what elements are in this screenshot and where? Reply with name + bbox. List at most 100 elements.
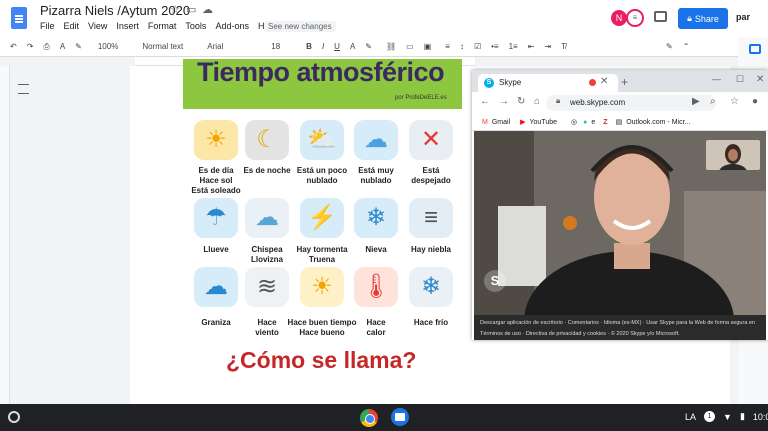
spellcheck-icon[interactable]: A: [60, 42, 65, 51]
menu-tools[interactable]: Tools: [185, 21, 206, 31]
close-tab-icon[interactable]: ✕: [600, 76, 608, 87]
footer-secure-link[interactable]: Usar Skype para la Web de forma segura e…: [646, 320, 755, 326]
ruler-margin-left: [0, 57, 135, 66]
weather-label: Hace frío: [413, 318, 449, 327]
star-icon[interactable]: ☆: [170, 3, 180, 16]
bookmark-page-icon[interactable]: ▤: [616, 118, 623, 126]
whatsapp-icon[interactable]: ●: [583, 119, 587, 126]
storm-icon: ⚡: [300, 198, 344, 238]
docs-logo-icon[interactable]: [11, 7, 27, 29]
files-icon[interactable]: [391, 408, 409, 426]
comment-icon[interactable]: [654, 11, 667, 22]
checklist-icon[interactable]: ☑: [474, 42, 481, 51]
clock: 10:00: [752, 411, 768, 422]
bookmarks-bar: M Gmail ▶ YouTube ◎ ● e Z ▤ Outlook.com …: [472, 114, 768, 131]
self-view-video: [719, 144, 747, 180]
see-new-changes-link[interactable]: See new changes: [264, 21, 336, 32]
wifi-icon: ▼: [723, 411, 732, 422]
explore-icon[interactable]: [749, 44, 761, 54]
insert-comment-icon[interactable]: ▭: [406, 42, 414, 51]
reload-icon[interactable]: ↻: [517, 96, 525, 107]
document-outline-icon[interactable]: [18, 84, 29, 94]
menu-file[interactable]: File: [40, 21, 55, 31]
back-icon[interactable]: ←: [480, 96, 490, 107]
maximize-icon[interactable]: ☐: [736, 74, 744, 85]
footer-download-link[interactable]: Descargar aplicación de escritorio: [480, 320, 563, 326]
bookmark-outlook[interactable]: Outlook.com - Micr...: [626, 119, 690, 126]
editing-mode-icon[interactable]: ✎: [666, 42, 673, 51]
vertical-ruler[interactable]: [0, 66, 10, 404]
battery-icon: ▮: [739, 411, 745, 421]
bookmark-misc-icon[interactable]: ◎: [571, 118, 577, 126]
launcher-icon[interactable]: [8, 411, 20, 423]
bold-icon[interactable]: B: [306, 42, 312, 51]
menu-addons[interactable]: Add-ons: [215, 21, 249, 31]
underline-icon[interactable]: U: [334, 42, 340, 51]
align-icon[interactable]: ≡: [445, 42, 450, 51]
menu-view[interactable]: View: [88, 21, 107, 31]
link-icon[interactable]: ⛓: [386, 42, 396, 51]
notification-badge[interactable]: 1: [704, 411, 716, 422]
footer-terms-link[interactable]: Términos de uso: [480, 331, 521, 337]
footer-privacy-link[interactable]: Directiva de privacidad y cookies: [526, 331, 606, 337]
youtube-icon: ▶: [520, 119, 526, 126]
camera-icon[interactable]: ▶: [692, 96, 700, 107]
url-field[interactable]: web.skype.com: [546, 95, 716, 111]
collaborator-avatar[interactable]: ≡: [626, 9, 644, 27]
footer-language-link[interactable]: Idioma (es-MX): [604, 320, 642, 326]
move-folder-icon[interactable]: ▭: [186, 3, 196, 16]
bookmark-gmail[interactable]: Gmail: [492, 119, 510, 126]
menu-insert[interactable]: Insert: [116, 21, 139, 31]
footer-comments-link[interactable]: Comentarios: [568, 320, 599, 326]
text-color-icon[interactable]: A: [350, 42, 355, 51]
user-avatar[interactable]: N: [611, 10, 627, 26]
numbered-list-icon[interactable]: 1≡: [509, 42, 518, 51]
self-view-thumbnail[interactable]: [706, 140, 760, 180]
print-icon[interactable]: ⎙: [43, 42, 49, 52]
ime-indicator[interactable]: LA: [685, 412, 696, 422]
collapse-toolbar-icon[interactable]: ⌃: [683, 42, 690, 51]
share-button[interactable]: 🔒︎ Share: [678, 8, 728, 29]
paint-format-icon[interactable]: ✎: [75, 42, 82, 51]
worksheet-credit: por ProfeDeELE.es: [395, 95, 447, 101]
moon-icon: ☾: [245, 120, 289, 160]
bookmark-youtube[interactable]: YouTube: [530, 119, 558, 126]
bookmark-z-icon[interactable]: Z: [603, 119, 607, 126]
bookmark-star-icon[interactable]: ☆: [730, 96, 739, 107]
italic-icon[interactable]: I: [322, 42, 324, 51]
font-size-select[interactable]: 18: [271, 42, 280, 51]
clear-icon: ✕: [409, 120, 453, 160]
cloud-status-icon: ☁: [202, 4, 213, 16]
document-title[interactable]: Pizarra Niels /Aytum 2020: [40, 3, 190, 18]
system-tray[interactable]: LA 1 ▼ ▮ 10:00: [685, 411, 768, 422]
style-select[interactable]: Normal text: [142, 42, 183, 51]
highlight-icon[interactable]: ✎: [365, 42, 372, 51]
minimize-icon[interactable]: —: [712, 74, 721, 84]
clear-format-icon[interactable]: T̸: [561, 42, 566, 51]
cold-icon: ❄: [409, 267, 453, 307]
line-spacing-icon[interactable]: ↕: [460, 42, 464, 51]
menu-edit[interactable]: Edit: [64, 21, 80, 31]
redo-icon[interactable]: ↷: [27, 42, 34, 51]
gmail-icon: M: [482, 118, 488, 126]
indent-less-icon[interactable]: ⇤: [528, 42, 535, 51]
chrome-icon[interactable]: [360, 409, 378, 427]
rain-icon: ☂: [194, 198, 238, 238]
home-icon[interactable]: ⌂: [534, 96, 540, 107]
undo-icon[interactable]: ↶: [10, 42, 17, 51]
bookmark-e[interactable]: e: [591, 119, 595, 126]
font-select[interactable]: Arial: [207, 42, 223, 51]
zoom-icon[interactable]: ⌕: [710, 96, 716, 107]
bullet-list-icon[interactable]: •≡: [491, 42, 498, 51]
close-window-icon[interactable]: ✕: [756, 74, 764, 85]
forward-icon[interactable]: →: [499, 96, 509, 107]
indent-more-icon[interactable]: ⇥: [544, 42, 551, 51]
profile-icon[interactable]: ●: [752, 96, 758, 107]
skype-footer: Descargar aplicación de escritorio · Com…: [474, 315, 766, 340]
new-tab-icon[interactable]: +: [621, 75, 628, 89]
good-weather-icon: ☀: [300, 267, 344, 307]
sun-cloud-icon: ⛅: [300, 120, 344, 160]
zoom-select[interactable]: 100%: [98, 42, 118, 51]
insert-image-icon[interactable]: ▣: [424, 42, 432, 51]
menu-format[interactable]: Format: [148, 21, 177, 31]
